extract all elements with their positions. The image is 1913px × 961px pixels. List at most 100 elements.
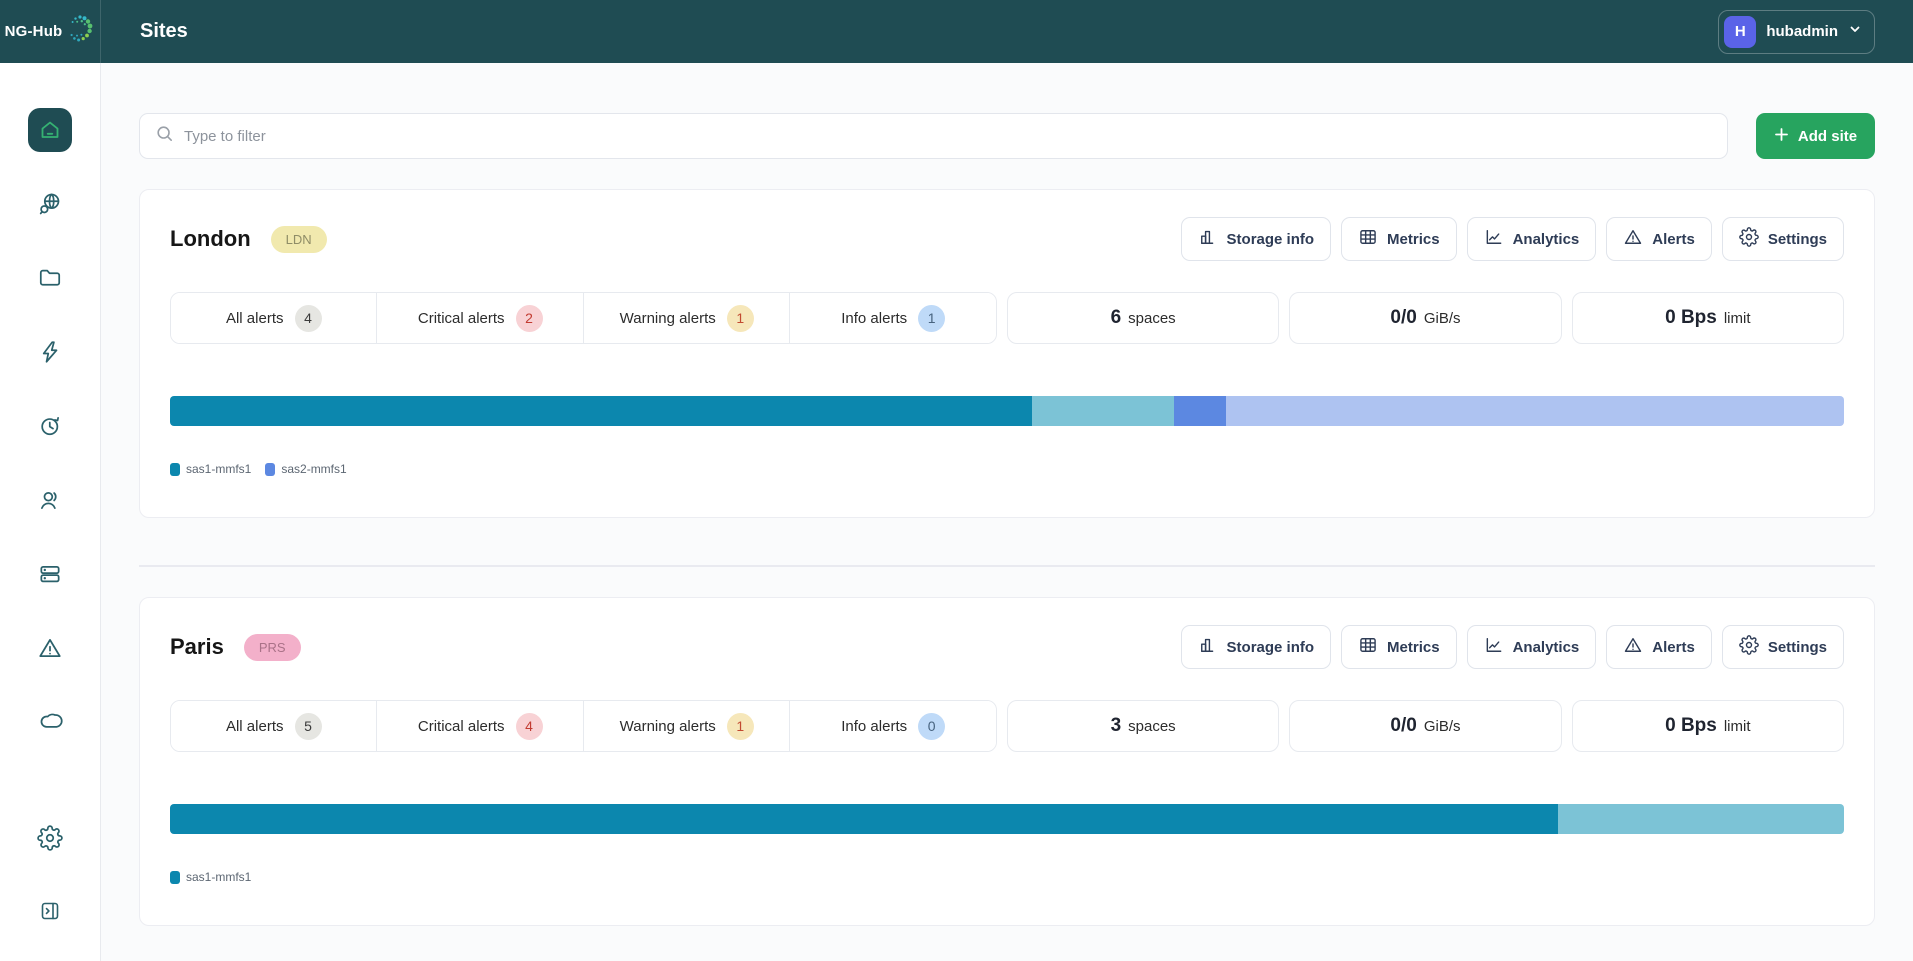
expand-sidebar-icon xyxy=(38,899,62,923)
action-label: Alerts xyxy=(1652,639,1695,656)
sidebar-item-expand[interactable] xyxy=(28,889,72,933)
app-header: NG-Hub Sites H hubadmin xyxy=(0,0,1913,63)
sidebar-item-cloud[interactable] xyxy=(28,700,72,744)
legend-label: sas1-mmfs1 xyxy=(186,462,251,476)
page-title: Sites xyxy=(140,20,188,43)
all-alerts-cell[interactable]: All alerts 4 xyxy=(171,293,377,343)
logo-dots-icon xyxy=(65,12,95,51)
site-name: Paris xyxy=(170,634,224,660)
action-label: Metrics xyxy=(1387,231,1440,248)
bar-segment xyxy=(1226,396,1844,426)
spaces-cell: 6 spaces xyxy=(1007,292,1279,344)
site-card-london: London LDN Storage info Metrics Analytic… xyxy=(139,189,1875,518)
alert-label: All alerts xyxy=(226,310,284,327)
site-stats-row: All alerts 5 Critical alerts 4 Warning a… xyxy=(170,700,1844,752)
limit-cell: 0 Bps limit xyxy=(1572,292,1844,344)
history-clock-icon xyxy=(37,413,63,439)
sidebar-item-globe-search[interactable] xyxy=(28,182,72,226)
storage-usage-bar xyxy=(170,804,1844,834)
sidebar-item-history[interactable] xyxy=(28,404,72,448)
warning-alerts-cell[interactable]: Warning alerts 1 xyxy=(584,293,790,343)
info-alerts-cell[interactable]: Info alerts 1 xyxy=(790,293,995,343)
line-chart-icon xyxy=(1484,227,1504,251)
toolbar: Add site xyxy=(139,113,1875,159)
filter-search-box xyxy=(139,113,1728,159)
metrics-button[interactable]: Metrics xyxy=(1341,217,1457,261)
sidebar-nav xyxy=(0,63,101,961)
sidebar-item-folder[interactable] xyxy=(28,256,72,300)
legend-label: sas2-mmfs1 xyxy=(281,462,346,476)
legend-label: sas1-mmfs1 xyxy=(186,870,251,884)
legend-item: sas2-mmfs1 xyxy=(265,462,346,476)
add-site-button[interactable]: Add site xyxy=(1756,113,1875,159)
warning-triangle-icon xyxy=(1623,227,1643,251)
settings-button[interactable]: Settings xyxy=(1722,217,1844,261)
spaces-value: 3 xyxy=(1111,715,1122,737)
analytics-button[interactable]: Analytics xyxy=(1467,625,1597,669)
critical-alerts-cell[interactable]: Critical alerts 2 xyxy=(377,293,583,343)
limit-unit: limit xyxy=(1724,718,1751,735)
sidebar-item-lightning[interactable] xyxy=(28,330,72,374)
alert-label: All alerts xyxy=(226,718,284,735)
user-name: hubadmin xyxy=(1766,23,1838,40)
line-chart-icon xyxy=(1484,635,1504,659)
analytics-button[interactable]: Analytics xyxy=(1467,217,1597,261)
table-icon xyxy=(1358,635,1378,659)
card-header: London LDN Storage info Metrics Analytic… xyxy=(170,216,1844,262)
alert-count-badge: 4 xyxy=(295,305,322,332)
sidebar-item-servers[interactable] xyxy=(28,552,72,596)
alerts-group: All alerts 4 Critical alerts 2 Warning a… xyxy=(170,292,997,344)
cards-divider xyxy=(139,565,1875,567)
action-label: Analytics xyxy=(1513,231,1580,248)
storage-info-button[interactable]: Storage info xyxy=(1181,217,1332,261)
bar-legend: sas1-mmfs1 sas2-mmfs1 xyxy=(170,462,1844,476)
action-label: Analytics xyxy=(1513,639,1580,656)
warning-alerts-cell[interactable]: Warning alerts 1 xyxy=(584,701,790,751)
sidebar-item-settings[interactable] xyxy=(28,816,72,860)
bar-segment xyxy=(170,396,1032,426)
lightning-icon xyxy=(37,339,63,365)
user-menu[interactable]: H hubadmin xyxy=(1718,10,1875,54)
spaces-value: 6 xyxy=(1111,307,1122,329)
filter-input[interactable] xyxy=(184,128,1712,145)
legend-marker xyxy=(170,463,180,476)
throughput-cell: 0/0 GiB/s xyxy=(1289,292,1561,344)
search-icon xyxy=(155,124,174,148)
limit-unit: limit xyxy=(1724,310,1751,327)
throughput-cell: 0/0 GiB/s xyxy=(1289,700,1561,752)
site-code-badge: LDN xyxy=(271,226,327,253)
metrics-button[interactable]: Metrics xyxy=(1341,625,1457,669)
bar-legend: sas1-mmfs1 xyxy=(170,870,1844,884)
action-label: Alerts xyxy=(1652,231,1695,248)
bar-segment xyxy=(1174,396,1226,426)
app-logo-text: NG-Hub xyxy=(5,23,63,40)
sidebar-item-users[interactable] xyxy=(28,478,72,522)
site-name: London xyxy=(170,226,251,252)
alerts-button[interactable]: Alerts xyxy=(1606,625,1712,669)
limit-value: 0 Bps xyxy=(1665,307,1717,329)
alert-label: Info alerts xyxy=(841,310,907,327)
all-alerts-cell[interactable]: All alerts 5 xyxy=(171,701,377,751)
cloud-icon xyxy=(37,709,63,735)
gear-icon xyxy=(1739,635,1759,659)
limit-value: 0 Bps xyxy=(1665,715,1717,737)
sidebar-item-alerts[interactable] xyxy=(28,626,72,670)
legend-item: sas1-mmfs1 xyxy=(170,870,251,884)
user-avatar: H xyxy=(1724,16,1756,48)
storage-info-button[interactable]: Storage info xyxy=(1181,625,1332,669)
action-label: Storage info xyxy=(1227,639,1315,656)
legend-marker xyxy=(170,871,180,884)
alert-count-badge: 0 xyxy=(918,713,945,740)
bar-segment xyxy=(1558,804,1844,834)
alerts-button[interactable]: Alerts xyxy=(1606,217,1712,261)
alert-count-badge: 1 xyxy=(727,713,754,740)
main-content: Add site London LDN Storage info Metrics… xyxy=(101,63,1913,961)
globe-search-icon xyxy=(37,191,63,217)
card-header: Paris PRS Storage info Metrics Analytics xyxy=(170,624,1844,670)
critical-alerts-cell[interactable]: Critical alerts 4 xyxy=(377,701,583,751)
alert-count-badge: 4 xyxy=(516,713,543,740)
settings-button[interactable]: Settings xyxy=(1722,625,1844,669)
info-alerts-cell[interactable]: Info alerts 0 xyxy=(790,701,995,751)
warning-triangle-icon xyxy=(1623,635,1643,659)
sidebar-item-home[interactable] xyxy=(28,108,72,152)
